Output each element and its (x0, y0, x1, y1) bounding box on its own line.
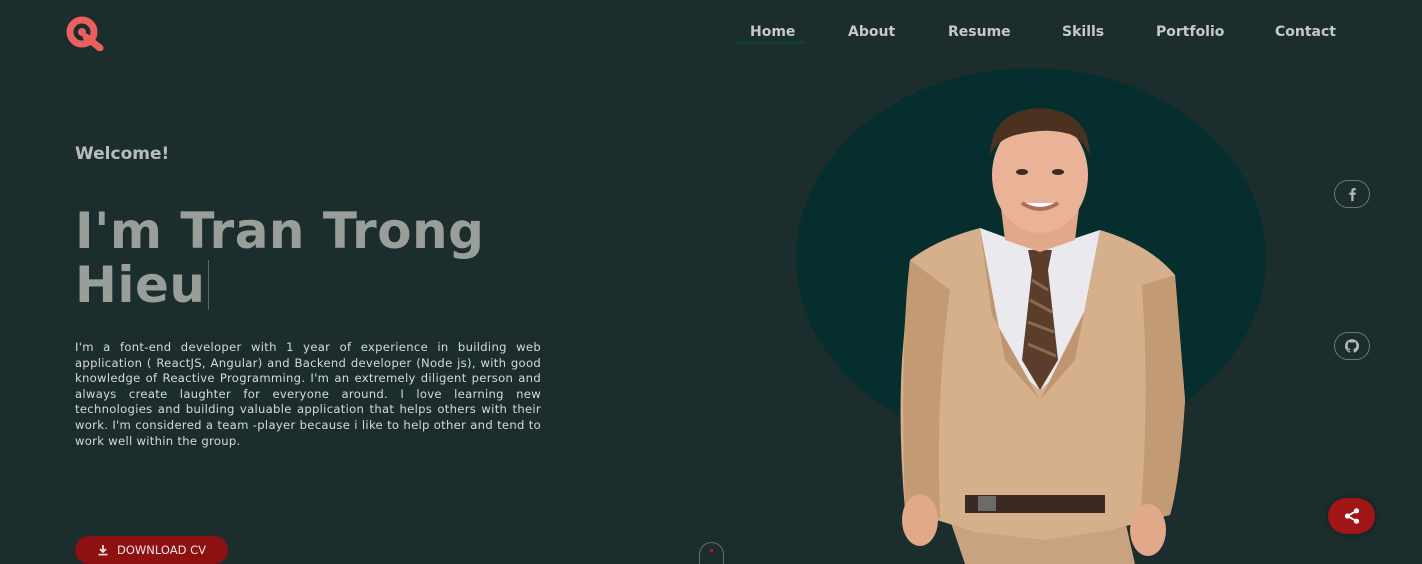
nav-item-home[interactable]: Home (750, 22, 795, 42)
scroll-indicator[interactable] (699, 542, 724, 564)
nav-item-resume[interactable]: Resume (948, 22, 1011, 42)
headline-line-1: I'm Tran Trong (75, 202, 485, 260)
bio-paragraph: I'm a font-end developer with 1 year of … (75, 340, 541, 448)
github-link[interactable] (1334, 332, 1370, 360)
nav-item-about[interactable]: About (848, 22, 895, 42)
nav-item-portfolio[interactable]: Portfolio (1156, 22, 1224, 42)
nav-item-skills[interactable]: Skills (1062, 22, 1104, 42)
hero-page: Home About Resume Skills Portfolio Conta… (0, 0, 1422, 564)
download-icon (98, 545, 108, 556)
headline: I'm Tran Trong Hieu (75, 204, 545, 312)
facebook-link[interactable] (1334, 180, 1370, 208)
share-icon (1344, 508, 1359, 524)
nav-item-contact[interactable]: Contact (1275, 22, 1336, 42)
download-cv-label: DOWNLOAD CV (116, 543, 206, 557)
nav-active-indicator (736, 41, 806, 44)
logo-icon[interactable] (64, 15, 106, 51)
headline-line-2: Hieu (75, 256, 206, 314)
portrait-image (900, 108, 1185, 564)
welcome-text: Welcome! (75, 144, 170, 164)
share-button[interactable] (1328, 498, 1375, 534)
scroll-dot (710, 549, 713, 552)
typing-caret (207, 260, 209, 310)
facebook-icon (1349, 188, 1356, 201)
download-cv-button[interactable]: DOWNLOAD CV (75, 536, 228, 564)
github-icon (1344, 339, 1360, 353)
